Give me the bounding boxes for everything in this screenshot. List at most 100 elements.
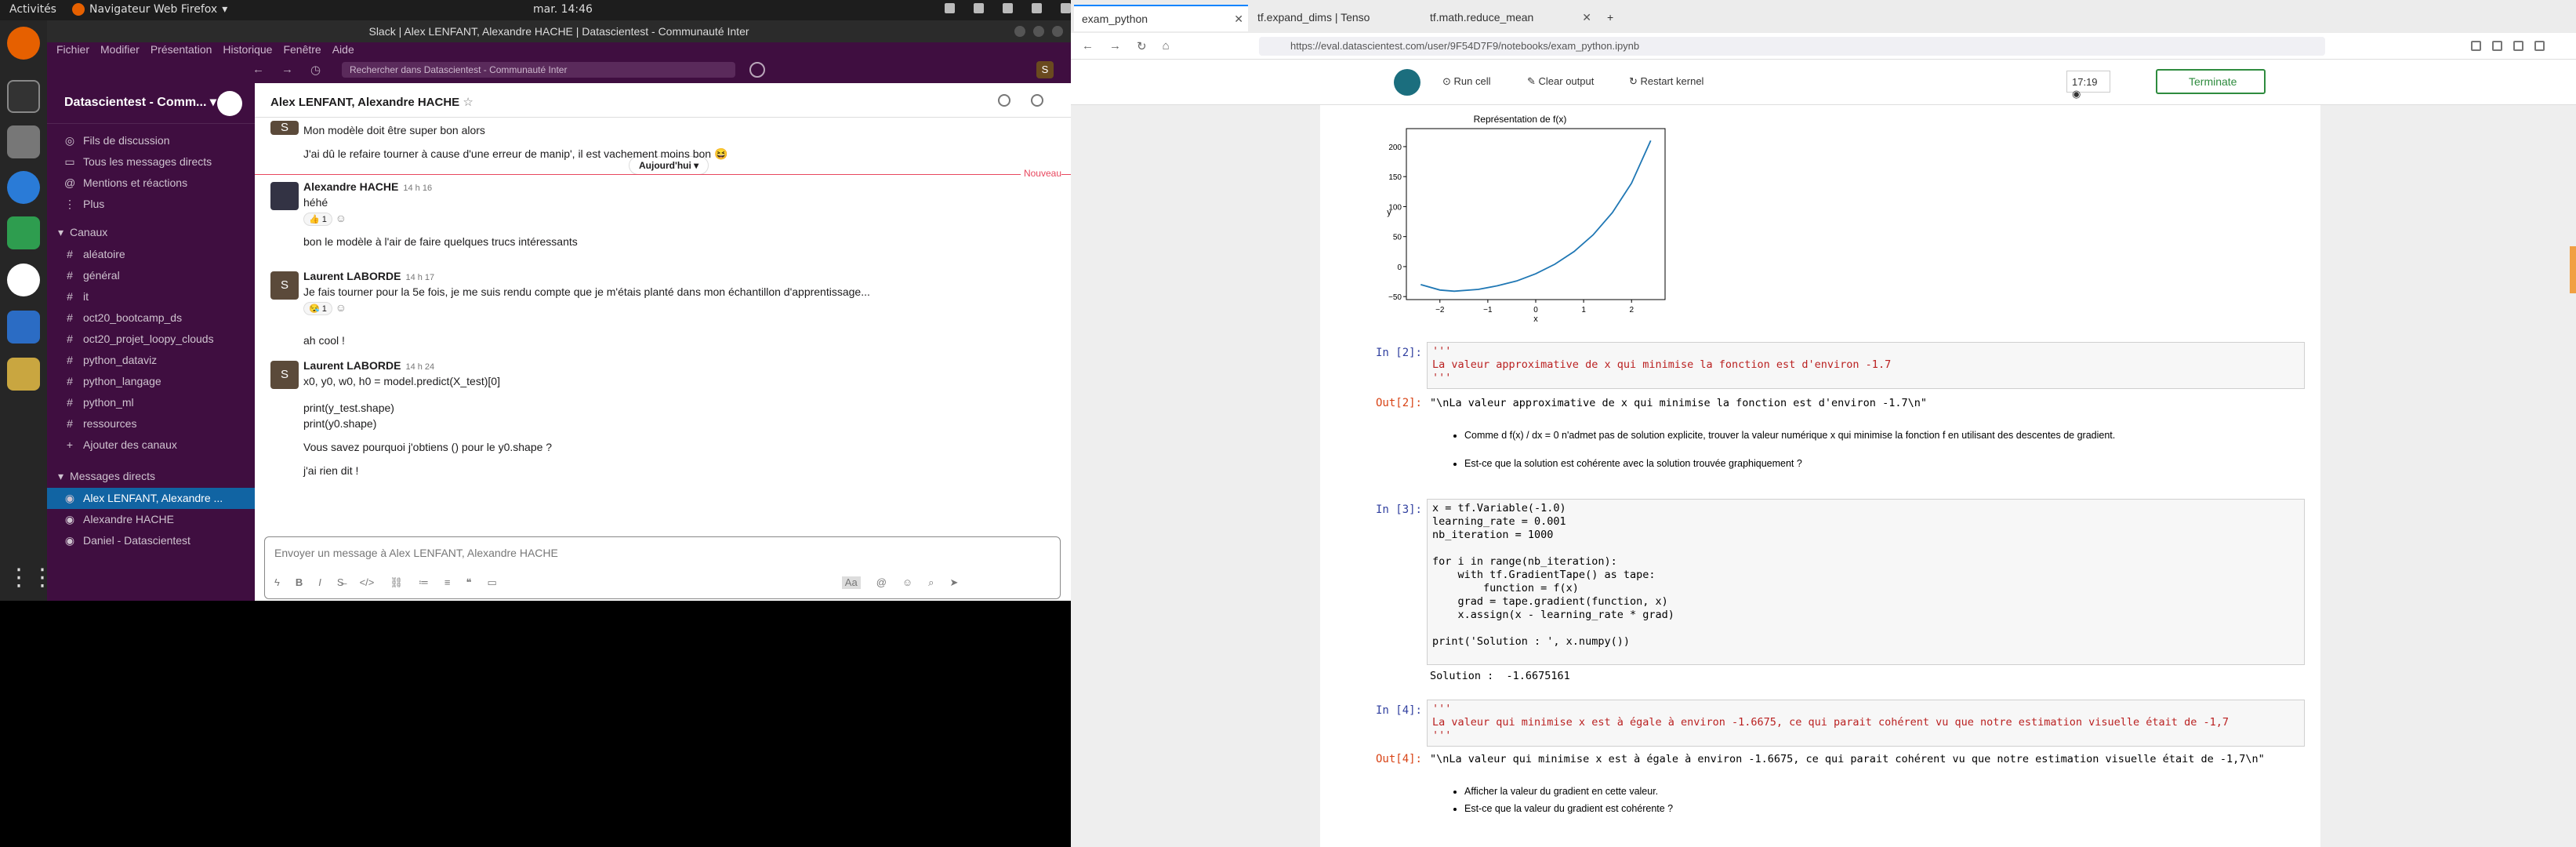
message-time[interactable]: 14 h 17 <box>405 273 434 282</box>
sidebar-dm-daniel[interactable]: ◉ Daniel - Datascientest <box>47 530 255 551</box>
back-arrow-icon[interactable]: ← <box>252 63 264 77</box>
code-editor[interactable]: ''' La valeur approximative de x qui min… <box>1427 342 2305 389</box>
sidebar-channel-ressources[interactable]: # ressources <box>47 413 255 434</box>
avatar[interactable]: S <box>270 271 299 300</box>
phone-icon[interactable] <box>998 94 1010 107</box>
minimize-icon[interactable] <box>1014 26 1025 37</box>
sidebar-dm-group[interactable]: ◉ Alex LENFANT, Alexandre ... <box>47 488 255 509</box>
tab-expand-dims[interactable]: tf.expand_dims | Tenso <box>1250 5 1420 31</box>
code-editor[interactable]: ''' La valeur qui minimise x est à égale… <box>1427 700 2305 747</box>
send-icon[interactable]: ➤ <box>949 576 958 589</box>
library-icon[interactable] <box>2471 41 2481 51</box>
compose-icon[interactable] <box>217 91 242 116</box>
message-author[interactable]: Alexandre HACHE <box>303 180 398 193</box>
sidebar-channel-bootcamp[interactable]: # oct20_bootcamp_ds <box>47 307 255 329</box>
sidebar-item-all-dms[interactable]: ▭ Tous les messages directs <box>47 151 255 173</box>
new-tab-button[interactable]: + <box>1599 5 1623 31</box>
sidebar-item-mentions[interactable]: @ Mentions et réactions <box>47 173 255 194</box>
restart-kernel-button[interactable]: ↻ Restart kernel <box>1629 75 1703 88</box>
close-tab-icon[interactable]: ✕ <box>1582 11 1591 24</box>
firefox-dock-icon[interactable] <box>7 27 40 60</box>
sidebar-channel-it[interactable]: # it <box>47 286 255 307</box>
dm-section-header[interactable]: ▾ Messages directs <box>47 465 255 488</box>
star-icon[interactable]: ☆ <box>463 96 473 109</box>
strike-icon[interactable]: S̶ <box>337 576 344 589</box>
message-author[interactable]: Laurent LABORDE <box>303 270 401 282</box>
clear-output-button[interactable]: ✎ Clear output <box>1527 75 1594 88</box>
firefox-app-menu[interactable]: Navigateur Web Firefox ▾ <box>72 3 227 16</box>
menu-fenetre[interactable]: Fenêtre <box>283 42 321 56</box>
menu-icon[interactable] <box>2534 41 2545 51</box>
slack-dock-icon[interactable] <box>7 264 40 296</box>
menu-aide[interactable]: Aide <box>332 42 354 56</box>
run-cell-button[interactable]: ⊙ Run cell <box>1442 75 1490 88</box>
back-icon[interactable]: ← <box>1082 39 1094 53</box>
activities-button[interactable]: Activités <box>9 3 56 16</box>
sidebar-channel-dataviz[interactable]: # python_dataviz <box>47 350 255 371</box>
sidebar-channel-ml[interactable]: # python_ml <box>47 392 255 413</box>
tab-reduce-mean[interactable]: tf.math.reduce_mean ✕ <box>1422 5 1596 31</box>
tab-exam-python[interactable]: exam_python ✕ <box>1074 5 1248 31</box>
terminal-dock-icon[interactable] <box>7 80 40 113</box>
message-author[interactable]: Laurent LABORDE <box>303 359 401 372</box>
link-icon[interactable]: ⛓ <box>390 576 403 589</box>
add-channels-button[interactable]: + Ajouter des canaux <box>47 434 255 456</box>
sidebar-channel-general[interactable]: # général <box>47 265 255 286</box>
add-reaction-icon[interactable]: ☺ <box>336 301 346 314</box>
conversation-title[interactable]: Alex LENFANT, Alexandre HACHE <box>270 96 459 109</box>
terminate-button[interactable]: Terminate <box>2156 69 2266 94</box>
reload-icon[interactable]: ↻ <box>1137 39 1147 53</box>
attach-icon[interactable]: ⌕ <box>928 576 934 589</box>
help-dock-icon[interactable] <box>7 171 40 204</box>
user-avatar[interactable]: S <box>1036 61 1054 78</box>
forward-icon[interactable]: → <box>1109 39 1121 53</box>
sidebar-item-threads[interactable]: ◎ Fils de discussion <box>47 130 255 151</box>
menu-presentation[interactable]: Présentation <box>151 42 212 56</box>
viewer-dock-icon[interactable] <box>7 358 40 391</box>
block-icon[interactable]: ▭ <box>487 576 496 589</box>
close-tab-icon[interactable]: ✕ <box>1234 13 1243 26</box>
history-icon[interactable]: ◷ <box>310 63 321 77</box>
sidebar-dm-alexandre[interactable]: ◉ Alexandre HACHE <box>47 509 255 530</box>
add-reaction-icon[interactable]: ☺ <box>336 212 346 224</box>
reader-icon[interactable] <box>2513 41 2523 51</box>
sidebar-channel-aleatoire[interactable]: # aléatoire <box>47 244 255 265</box>
menu-historique[interactable]: Historique <box>223 42 272 56</box>
maximize-icon[interactable] <box>1033 26 1044 37</box>
message-composer[interactable]: Envoyer un message à Alex LENFANT, Alexa… <box>264 536 1061 599</box>
info-icon[interactable] <box>1031 94 1043 107</box>
reaction-badge[interactable]: 😪 1 <box>303 302 332 315</box>
bold-icon[interactable]: B <box>296 576 303 589</box>
lightning-icon[interactable]: ϟ <box>274 576 280 589</box>
files-dock-icon[interactable] <box>7 125 40 158</box>
home-icon[interactable]: ⌂ <box>1163 39 1170 53</box>
sidebar-icon[interactable] <box>2492 41 2502 51</box>
help-icon[interactable] <box>749 62 765 78</box>
eye-icon[interactable]: ◉ <box>2072 88 2081 100</box>
forward-arrow-icon[interactable]: → <box>281 63 293 77</box>
code-editor[interactable]: x = tf.Variable(-1.0) learning_rate = 0.0… <box>1427 499 2305 665</box>
ordered-list-icon[interactable]: ≔ <box>419 576 429 589</box>
system-tray[interactable] <box>945 3 1071 13</box>
quote-icon[interactable]: ❝ <box>466 576 471 589</box>
scroll-indicator[interactable] <box>2570 246 2576 293</box>
spreadsheet-dock-icon[interactable] <box>7 216 40 249</box>
format-toggle-button[interactable]: Aa <box>841 576 861 589</box>
message-time[interactable]: 14 h 16 <box>403 184 432 193</box>
close-icon[interactable] <box>1052 26 1063 37</box>
channels-section-header[interactable]: ▾ Canaux <box>47 221 255 244</box>
avatar[interactable]: S <box>270 121 299 135</box>
emoji-icon[interactable]: ☺ <box>902 576 912 589</box>
code-icon[interactable]: </> <box>360 576 375 589</box>
bullet-list-icon[interactable]: ≡ <box>444 576 451 589</box>
sidebar-channel-loopy-clouds[interactable]: # oct20_projet_loopy_clouds <box>47 329 255 350</box>
avatar[interactable]: S <box>270 361 299 389</box>
sidebar-channel-langage[interactable]: # python_langage <box>47 371 255 392</box>
app-grid-icon[interactable]: ⋮⋮ <box>7 562 54 594</box>
sidebar-item-more[interactable]: ⋮ Plus <box>47 194 255 215</box>
address-bar[interactable]: https://eval.datascientest.com/user/9F54… <box>1259 37 2325 56</box>
system-clock[interactable]: mar. 14:46 <box>533 3 593 16</box>
menu-fichier[interactable]: Fichier <box>56 42 89 56</box>
reaction-badge[interactable]: 👍 1 <box>303 213 332 226</box>
message-time[interactable]: 14 h 24 <box>405 362 434 372</box>
